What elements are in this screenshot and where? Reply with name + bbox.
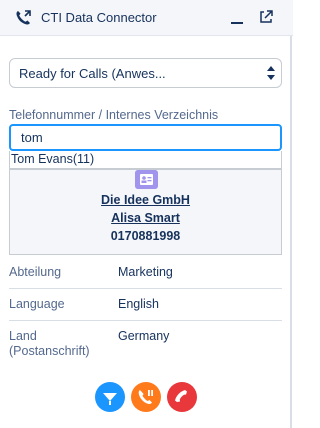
field-label-department: Abteilung — [9, 265, 62, 279]
contact-icon — [135, 170, 158, 189]
utility-header: CTI Data Connector — [0, 0, 293, 36]
hangup-icon — [175, 390, 187, 402]
app-title: CTI Data Connector — [41, 10, 157, 25]
field-value-language: English — [118, 297, 159, 311]
popout-icon[interactable] — [258, 9, 274, 25]
contact-name-link[interactable]: Alisa Smart — [10, 211, 281, 225]
phone-icon — [16, 10, 31, 25]
contact-phone: 0170881998 — [110, 229, 181, 243]
transfer-button[interactable] — [95, 382, 125, 412]
minimize-icon[interactable] — [231, 22, 243, 24]
field-label-language: Language — [9, 297, 65, 311]
field-value-department: Marketing — [118, 265, 173, 279]
status-value: Ready for Calls (Anwes... — [19, 66, 166, 81]
suggestion-text: Tom Evans(11) — [11, 152, 95, 166]
field-label-country: Land (Postanschrift) — [9, 329, 90, 358]
hangup-button[interactable] — [167, 382, 197, 412]
divider — [9, 288, 282, 289]
hold-icon — [138, 390, 153, 405]
status-select[interactable]: Ready for Calls (Anwes... — [9, 58, 282, 88]
field-value-country: Germany — [118, 329, 170, 343]
updown-arrows-icon — [267, 66, 275, 80]
suggestion-item[interactable]: Tom Evans(11) — [9, 151, 282, 169]
search-label: Telefonnummer / Internes Verzeichnis — [9, 108, 219, 122]
contact-card: Die Idee GmbH Alisa Smart 0170881998 — [9, 169, 282, 255]
hold-button[interactable] — [131, 382, 161, 412]
company-link[interactable]: Die Idee GmbH — [10, 193, 281, 207]
divider — [9, 320, 282, 321]
search-input[interactable] — [9, 124, 282, 151]
transfer-icon — [103, 393, 117, 405]
